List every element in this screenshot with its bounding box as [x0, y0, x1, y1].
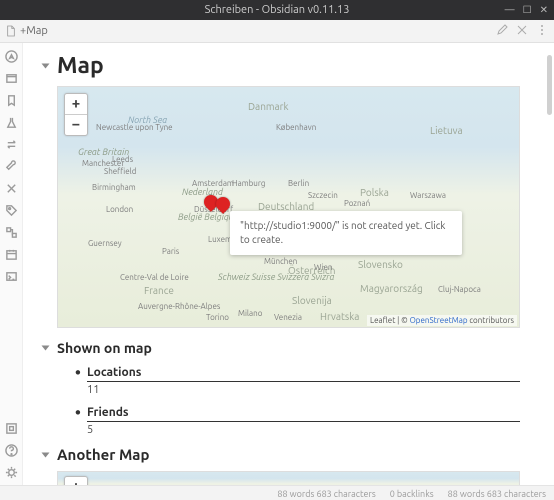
- geo-newcastle: Newcastle upon Tyne: [96, 123, 173, 132]
- geo-napoca: Cluj-Napoca: [438, 285, 481, 294]
- heading-another[interactable]: Another Map: [57, 446, 520, 463]
- geo-france: France: [144, 285, 174, 296]
- popup-text: "http://studio1:9000/" is not created ye…: [240, 220, 445, 245]
- compass-icon[interactable]: [4, 49, 18, 63]
- list-item: • Locations 11: [75, 364, 520, 396]
- tab-actions: [496, 24, 548, 39]
- geo-paris: Paris: [162, 247, 179, 256]
- graph-icon[interactable]: [4, 225, 18, 239]
- geo-milano: Milano: [238, 309, 262, 318]
- edit-icon[interactable]: [496, 24, 508, 39]
- geo-venezia: Venezia: [274, 313, 302, 322]
- attrib-leaflet[interactable]: Leaflet: [370, 316, 395, 325]
- more-icon[interactable]: [536, 24, 548, 39]
- geo-magyar: Magyarország: [360, 283, 423, 294]
- switch-icon[interactable]: [4, 137, 18, 151]
- attrib-osm-link[interactable]: OpenStreetMap: [410, 316, 468, 325]
- status-bar: 88 words 683 characters 0 backlinks 88 w…: [0, 485, 554, 500]
- geo-poznan: Poznań: [344, 199, 370, 208]
- titlebar: Schreiben - Obsidian v0.11.13 — ☐ ✕: [0, 0, 554, 20]
- document-icon: [6, 25, 16, 37]
- geo-slovensko: Slovensko: [358, 259, 403, 270]
- left-rail: [0, 43, 23, 485]
- friends-label[interactable]: Friends: [87, 406, 520, 422]
- geo-szczecin: Szczecin: [308, 191, 338, 200]
- map-another[interactable]: + −: [57, 471, 520, 485]
- status-wordcount-right: 88 words 683 characters: [448, 489, 546, 499]
- minimize-icon[interactable]: —: [505, 0, 515, 20]
- locations-count: 11: [87, 384, 520, 396]
- main: Map North Sea Danmark København Great Br…: [0, 43, 554, 485]
- gear-icon[interactable]: [4, 465, 18, 479]
- bullet-icon: •: [75, 404, 87, 422]
- flask-icon[interactable]: [4, 115, 18, 129]
- content-pane[interactable]: Map North Sea Danmark København Great Br…: [23, 43, 554, 485]
- friends-count: 5: [87, 424, 520, 436]
- list-item: • Friends 5: [75, 404, 520, 436]
- tab-current[interactable]: +Map: [6, 25, 48, 37]
- geo-slovenija: Slovenija: [292, 295, 332, 306]
- geo-guernsey: Guernsey: [88, 239, 122, 248]
- command-icon[interactable]: [4, 181, 18, 195]
- zoom-in-button[interactable]: +: [65, 94, 87, 115]
- attrib-suffix: contributors: [468, 316, 514, 325]
- terminal-icon[interactable]: [4, 269, 18, 283]
- close-tab-icon[interactable]: [516, 24, 528, 39]
- geo-london: London: [106, 205, 133, 214]
- bookmark-icon[interactable]: [4, 93, 18, 107]
- heading-map[interactable]: Map: [57, 53, 520, 78]
- zoom-control: + −: [64, 476, 88, 485]
- shown-list: • Locations 11 • Friends 5: [75, 364, 520, 436]
- geo-berlin: Berlin: [288, 179, 309, 188]
- maximize-icon[interactable]: ☐: [523, 0, 532, 20]
- map-popup[interactable]: "http://studio1:9000/" is not created ye…: [230, 211, 462, 255]
- bullet-icon: •: [75, 364, 87, 382]
- geo-hrvatska: Hrvatska: [320, 311, 359, 322]
- geo-auvergne: Auvergne-Rhône-Alpes: [138, 303, 220, 311]
- geo-sheffield: Sheffield: [104, 167, 136, 176]
- tab-title: +Map: [20, 25, 48, 37]
- map-attribution: Leaflet | © OpenStreetMap contributors: [367, 315, 517, 326]
- wrench-icon[interactable]: [4, 159, 18, 173]
- close-window-icon[interactable]: ✕: [540, 0, 548, 20]
- geo-amsterdam: Amsterdam: [192, 179, 234, 188]
- window-title: Schreiben - Obsidian v0.11.13: [205, 4, 350, 16]
- geo-leeds: Leeds: [112, 155, 133, 164]
- locations-label[interactable]: Locations: [87, 366, 520, 382]
- geo-torino: Torino: [206, 313, 229, 322]
- heading-shown[interactable]: Shown on map: [57, 340, 520, 356]
- geo-hamburg: Hamburg: [232, 179, 265, 188]
- tab-bar: +Map: [0, 20, 554, 43]
- geo-centreval: Centre-Val de Loire: [120, 273, 189, 282]
- geo-kobenhavn: København: [276, 123, 316, 132]
- zoom-control: + −: [64, 93, 88, 136]
- geo-lietuva: Lietuva: [430, 125, 463, 136]
- help-icon[interactable]: [4, 443, 18, 457]
- vault-icon[interactable]: [4, 421, 18, 435]
- geo-birmingham: Birmingham: [92, 183, 136, 192]
- geo-munchen: München: [264, 257, 297, 266]
- geo-danmark: Danmark: [248, 101, 289, 112]
- zoom-in-button[interactable]: +: [65, 477, 87, 485]
- zoom-out-button[interactable]: −: [65, 115, 87, 135]
- window-controls: — ☐ ✕: [505, 0, 548, 20]
- geo-nederland: Nederland: [182, 187, 223, 197]
- calendar-icon[interactable]: [4, 247, 18, 261]
- status-backlinks[interactable]: 0 backlinks: [390, 489, 434, 499]
- map-main[interactable]: North Sea Danmark København Great Britai…: [57, 86, 520, 328]
- geo-wien: Wien: [314, 263, 333, 272]
- open-icon[interactable]: [4, 71, 18, 85]
- tag-icon[interactable]: [4, 203, 18, 217]
- geo-warszawa: Warszawa: [410, 191, 446, 200]
- status-wordcount-left: 88 words 683 characters: [277, 489, 375, 499]
- geo-polska: Polska: [360, 187, 389, 198]
